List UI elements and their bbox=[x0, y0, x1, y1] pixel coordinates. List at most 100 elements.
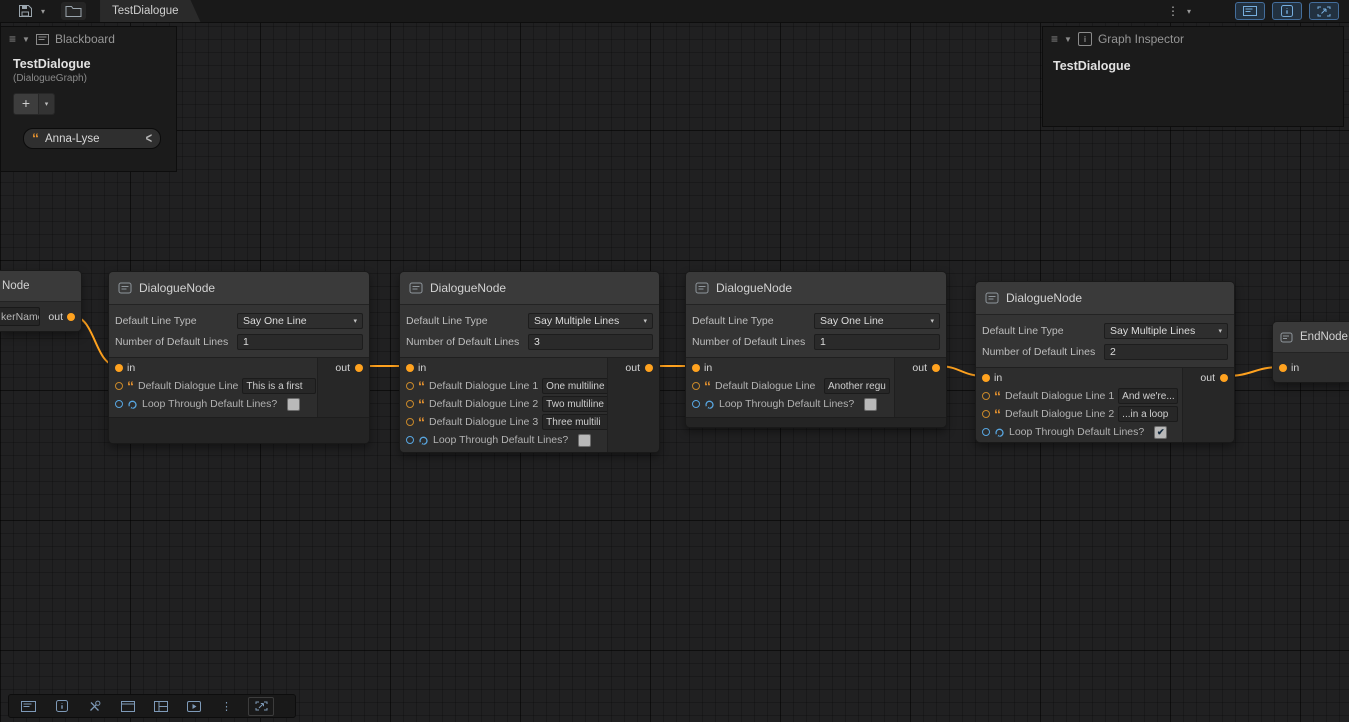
dialogue-node-4[interactable]: DialogueNode Default Line Type Say Multi… bbox=[975, 281, 1235, 443]
end-node[interactable]: EndNode in bbox=[1272, 321, 1349, 383]
output-port[interactable] bbox=[355, 364, 363, 372]
node-title[interactable]: DialogueNode bbox=[686, 272, 946, 305]
line-type-dropdown[interactable]: Say One Line▾ bbox=[237, 313, 363, 329]
quote-icon: “ bbox=[994, 411, 1001, 418]
string-port[interactable] bbox=[692, 382, 700, 390]
string-port[interactable] bbox=[982, 392, 990, 400]
panels-button[interactable] bbox=[145, 696, 176, 716]
input-port[interactable] bbox=[406, 364, 414, 372]
collapse-arrow-icon[interactable]: ▼ bbox=[1064, 35, 1072, 44]
string-port[interactable] bbox=[982, 410, 990, 418]
add-property-button[interactable]: + bbox=[13, 93, 39, 115]
graph-inspector-panel[interactable]: ≡ ▼ i Graph Inspector TestDialogue bbox=[1042, 26, 1344, 127]
node-title-label: DialogueNode bbox=[139, 281, 215, 295]
output-port[interactable] bbox=[1220, 374, 1228, 382]
dialogue-line-field[interactable]: One multiline bbox=[542, 378, 612, 394]
exposed-property[interactable]: “ Anna-Lyse < bbox=[23, 128, 161, 149]
node-title[interactable]: DialogueNode bbox=[109, 272, 369, 305]
dialogue-node-1[interactable]: DialogueNode Default Line Type Say One L… bbox=[108, 271, 370, 444]
hamburger-icon[interactable]: ≡ bbox=[9, 34, 16, 44]
bool-port[interactable] bbox=[982, 428, 990, 436]
output-port[interactable] bbox=[645, 364, 653, 372]
output-port[interactable] bbox=[67, 313, 75, 321]
more-dropdown-button[interactable]: ▾ bbox=[1183, 0, 1195, 22]
input-port[interactable] bbox=[1279, 364, 1287, 372]
string-port[interactable] bbox=[115, 382, 123, 390]
field-label: Number of Default Lines bbox=[692, 336, 814, 348]
more-menu-button[interactable]: ⋮ bbox=[1163, 0, 1183, 22]
inspector-toggle-button[interactable] bbox=[1272, 2, 1302, 20]
collapse-arrow-icon[interactable]: ▼ bbox=[22, 35, 30, 44]
node-extension bbox=[109, 417, 369, 443]
chevron-down-icon: ▾ bbox=[643, 317, 647, 325]
input-port[interactable] bbox=[692, 364, 700, 372]
bool-port[interactable] bbox=[115, 400, 123, 408]
slide-button[interactable] bbox=[178, 696, 209, 716]
dialogue-line-field[interactable]: ...in a loop bbox=[1118, 406, 1178, 422]
save-dropdown-button[interactable]: ▾ bbox=[37, 0, 49, 22]
line-count-field[interactable]: 2 bbox=[1104, 344, 1228, 360]
input-port[interactable] bbox=[115, 364, 123, 372]
input-port[interactable] bbox=[982, 374, 990, 382]
dialogue-node-2[interactable]: DialogueNode Default Line Type Say Multi… bbox=[399, 271, 660, 453]
bool-port[interactable] bbox=[406, 436, 414, 444]
port-label: Default Dialogue Line bbox=[715, 380, 815, 392]
loop-checkbox[interactable]: ✔ bbox=[1154, 426, 1167, 439]
node-title[interactable]: DialogueNode bbox=[976, 282, 1234, 315]
hamburger-icon[interactable]: ≡ bbox=[1051, 34, 1058, 44]
bool-port[interactable] bbox=[692, 400, 700, 408]
node-title-label: DialogueNode bbox=[1006, 291, 1082, 305]
chevron-left-icon[interactable]: < bbox=[146, 131, 152, 147]
port-label: Default Dialogue Line 1 bbox=[429, 380, 538, 392]
port-label: Loop Through Default Lines? bbox=[719, 398, 854, 410]
loop-checkbox[interactable] bbox=[287, 398, 300, 411]
loop-icon bbox=[704, 399, 715, 410]
node-title[interactable]: EndNode bbox=[1273, 322, 1349, 353]
string-port[interactable] bbox=[406, 400, 414, 408]
loop-checkbox[interactable] bbox=[864, 398, 877, 411]
line-count-field[interactable]: 1 bbox=[814, 334, 940, 350]
quote-icon: “ bbox=[418, 401, 425, 408]
blackboard-panel[interactable]: ≡ ▼ Blackboard TestDialogue (DialogueGra… bbox=[0, 26, 177, 172]
input-port-label: in bbox=[1291, 362, 1299, 374]
blackboard-icon bbox=[1243, 6, 1257, 16]
line-type-dropdown[interactable]: Say Multiple Lines▾ bbox=[1104, 323, 1228, 339]
node-title-label: DialogueNode bbox=[430, 281, 506, 295]
window-button[interactable] bbox=[112, 696, 143, 716]
graph-editor[interactable]: ▾ TestDialogue ⋮ ▾ ≡ ▼ Blackboard TestD bbox=[0, 0, 1349, 722]
line-count-field[interactable]: 1 bbox=[237, 334, 363, 350]
inspector-button[interactable] bbox=[46, 696, 77, 716]
blackboard-toggle-button[interactable] bbox=[1235, 2, 1265, 20]
loop-checkbox[interactable] bbox=[578, 434, 591, 447]
panels-icon bbox=[154, 701, 168, 712]
dialogue-line-field[interactable]: This is a first bbox=[242, 378, 316, 394]
more-button[interactable]: ⋮ bbox=[211, 696, 242, 716]
fullscreen-button[interactable] bbox=[248, 697, 274, 716]
dialogue-line-field[interactable]: And we're... bbox=[1118, 388, 1178, 404]
output-port[interactable] bbox=[932, 364, 940, 372]
open-asset-button[interactable] bbox=[61, 2, 86, 20]
quote-icon: “ bbox=[418, 419, 425, 426]
line-type-dropdown[interactable]: Say Multiple Lines▾ bbox=[528, 313, 653, 329]
port-label: Default Dialogue Line 3 bbox=[429, 416, 538, 428]
node-title[interactable]: Node bbox=[0, 271, 81, 302]
node-title[interactable]: DialogueNode bbox=[400, 272, 659, 305]
tools-button[interactable] bbox=[79, 696, 110, 716]
property-name: Anna-Lyse bbox=[45, 133, 140, 145]
dialogue-line-field[interactable]: Two multiline bbox=[542, 396, 612, 412]
dialogue-node-3[interactable]: DialogueNode Default Line Type Say One L… bbox=[685, 271, 947, 428]
add-property-dropdown-button[interactable]: ▾ bbox=[39, 93, 55, 115]
save-button[interactable] bbox=[14, 0, 37, 22]
dialogue-line-field[interactable]: Another regu bbox=[824, 378, 890, 394]
string-port[interactable] bbox=[406, 382, 414, 390]
fullscreen-toggle-button[interactable] bbox=[1309, 2, 1339, 20]
blackboard-button[interactable] bbox=[13, 696, 44, 716]
line-count-field[interactable]: 3 bbox=[528, 334, 653, 350]
graph-tab[interactable]: TestDialogue bbox=[100, 0, 200, 22]
start-node[interactable]: Node kerName out bbox=[0, 270, 82, 332]
line-type-dropdown[interactable]: Say One Line▾ bbox=[814, 313, 940, 329]
dialogue-line-field[interactable]: Three multili bbox=[542, 414, 612, 430]
speaker-name-field[interactable]: kerName bbox=[0, 307, 40, 326]
string-port[interactable] bbox=[406, 418, 414, 426]
window-icon bbox=[121, 701, 135, 712]
